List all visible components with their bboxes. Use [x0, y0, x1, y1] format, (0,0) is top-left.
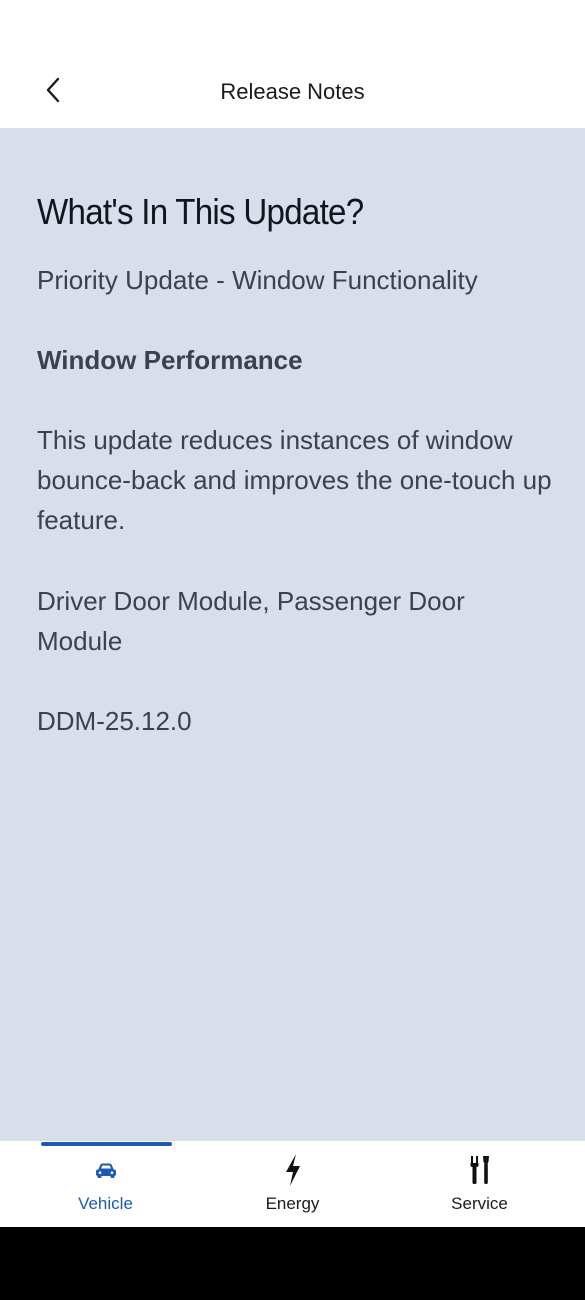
update-heading: What's In This Update? — [37, 191, 364, 232]
tab-service-label: Service — [451, 1194, 508, 1213]
system-navigation-bar — [0, 1227, 585, 1300]
bottom-tab-bar: Vehicle Energy Service — [0, 1141, 585, 1227]
tools-icon — [468, 1154, 492, 1191]
section-title: Window Performance — [37, 345, 303, 375]
update-subtitle: Priority Update - Window Functionality — [37, 265, 478, 295]
tab-vehicle-label: Vehicle — [78, 1194, 133, 1213]
tab-vehicle[interactable]: Vehicle — [8, 1141, 203, 1227]
selected-tab-indicator — [41, 1142, 172, 1146]
page-title: Release Notes — [220, 79, 365, 104]
header-bar: Release Notes — [0, 0, 585, 128]
release-notes-content: What's In This Update? Priority Update -… — [0, 128, 585, 1141]
tab-energy-label: Energy — [265, 1194, 320, 1213]
software-version: DDM-25.12.0 — [37, 706, 192, 736]
car-icon — [94, 1160, 118, 1185]
tab-service[interactable]: Service — [382, 1141, 577, 1227]
release-notes-screen: Release Notes What's In This Update? Pri… — [0, 0, 585, 1300]
update-description: This update reduces instances of window … — [37, 425, 552, 535]
affected-modules: Driver Door Module, Passenger Door Modul… — [37, 586, 465, 656]
lightning-bolt-icon — [283, 1153, 303, 1192]
tab-energy[interactable]: Energy — [195, 1141, 390, 1227]
